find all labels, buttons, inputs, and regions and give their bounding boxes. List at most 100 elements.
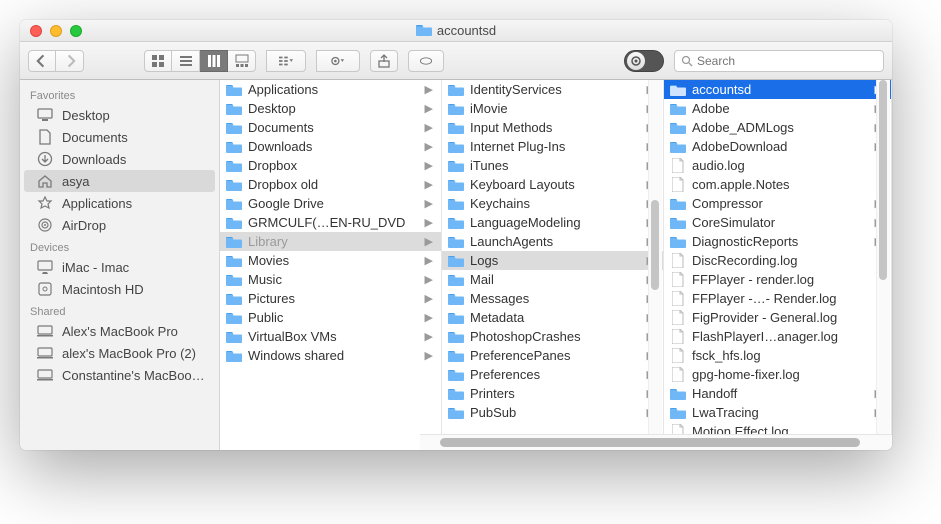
folder-icon	[448, 216, 464, 229]
sidebar-item-alex-s-macbook-pro[interactable]: Alex's MacBook Pro	[20, 320, 219, 342]
list-item[interactable]: Movies▶	[220, 251, 441, 270]
list-item[interactable]: LanguageModeling▶	[442, 213, 663, 232]
tags-button[interactable]	[408, 50, 444, 72]
list-item[interactable]: CoreSimulator▶	[664, 213, 891, 232]
list-item[interactable]: Public▶	[220, 308, 441, 327]
column-1[interactable]: Group Containers▶IdentityServices▶iMovie…	[442, 80, 664, 450]
list-item[interactable]: accountsd▶	[664, 80, 891, 99]
list-item[interactable]: Downloads▶	[220, 137, 441, 156]
horizontal-scrollbar[interactable]	[420, 434, 892, 450]
list-item[interactable]: Keyboard Layouts▶	[442, 175, 663, 194]
sidebar-item-label: Alex's MacBook Pro	[62, 324, 178, 339]
list-item[interactable]: Printers▶	[442, 384, 663, 403]
list-item[interactable]: Compressor▶	[664, 194, 891, 213]
sidebar-item-alex-s-macbook-pro-2-[interactable]: alex's MacBook Pro (2)	[20, 342, 219, 364]
search-input[interactable]	[697, 54, 877, 68]
list-item[interactable]: Preferences▶	[442, 365, 663, 384]
minimize-button[interactable]	[50, 25, 62, 37]
list-item[interactable]: Messages▶	[442, 289, 663, 308]
sidebar-item-airdrop[interactable]: AirDrop	[20, 214, 219, 236]
list-item[interactable]: FFPlayer - render.log	[664, 270, 891, 289]
list-item-label: Compressor	[692, 196, 869, 211]
arrange-button[interactable]	[266, 50, 306, 72]
list-item[interactable]: Music▶	[220, 270, 441, 289]
list-item-label: CoreSimulator	[692, 215, 869, 230]
sidebar-item-macintosh-hd[interactable]: Macintosh HD	[20, 278, 219, 300]
vertical-scrollbar[interactable]	[876, 80, 890, 434]
sidebar-item-downloads[interactable]: Downloads	[20, 148, 219, 170]
list-item-label: Downloads	[248, 139, 419, 154]
list-item[interactable]: FFPlayer -…- Render.log	[664, 289, 891, 308]
share-button[interactable]	[370, 50, 398, 72]
view-gallery-button[interactable]	[228, 50, 256, 72]
scrollbar-thumb[interactable]	[440, 438, 860, 447]
list-item[interactable]: GRMCULF(…EN-RU_DVD▶	[220, 213, 441, 232]
close-button[interactable]	[30, 25, 42, 37]
list-item[interactable]: FlashPlayerI…anager.log	[664, 327, 891, 346]
list-item[interactable]: com.apple.Notes	[664, 175, 891, 194]
titlebar: accountsd	[20, 20, 892, 42]
list-item[interactable]: Dropbox old▶	[220, 175, 441, 194]
folder-icon	[448, 406, 464, 419]
view-list-button[interactable]	[172, 50, 200, 72]
list-item[interactable]: Google Drive▶	[220, 194, 441, 213]
column-0[interactable]: Alex▶Applications▶Desktop▶Documents▶Down…	[220, 80, 442, 450]
search-field[interactable]	[674, 50, 884, 72]
column-2[interactable]: accountsd▶Adobe▶Adobe_ADMLogs▶AdobeDownl…	[664, 80, 892, 450]
list-item[interactable]: DiagnosticReports▶	[664, 232, 891, 251]
list-item[interactable]: PubSub▶	[442, 403, 663, 422]
list-item[interactable]: Dropbox▶	[220, 156, 441, 175]
list-item[interactable]: AdobeDownload▶	[664, 137, 891, 156]
list-item[interactable]: PhotoshopCrashes▶	[442, 327, 663, 346]
folder-icon	[670, 235, 686, 248]
scrollbar-thumb[interactable]	[879, 80, 887, 280]
list-item[interactable]: Internet Plug-Ins▶	[442, 137, 663, 156]
list-item[interactable]: Windows shared▶	[220, 346, 441, 365]
sidebar-item-asya[interactable]: asya	[24, 170, 215, 192]
list-item[interactable]: Metadata▶	[442, 308, 663, 327]
list-item[interactable]: Keychains▶	[442, 194, 663, 213]
list-item[interactable]: Adobe▶	[664, 99, 891, 118]
list-item-label: Desktop	[248, 101, 419, 116]
list-item[interactable]: gpg-home-fixer.log	[664, 365, 891, 384]
list-item[interactable]: audio.log	[664, 156, 891, 175]
list-item[interactable]: Desktop▶	[220, 99, 441, 118]
list-item[interactable]: iMovie▶	[442, 99, 663, 118]
zoom-button[interactable]	[70, 25, 82, 37]
sidebar-item-documents[interactable]: Documents	[20, 126, 219, 148]
list-item[interactable]: DiscRecording.log	[664, 251, 891, 270]
action-button[interactable]	[316, 50, 360, 72]
scrollbar-thumb[interactable]	[651, 200, 659, 290]
sidebar-item-imac-imac[interactable]: iMac - Imac	[20, 256, 219, 278]
list-item[interactable]: PreferencePanes▶	[442, 346, 663, 365]
list-item-label: Dropbox	[248, 158, 419, 173]
list-item[interactable]: IdentityServices▶	[442, 80, 663, 99]
preview-toggle[interactable]	[624, 50, 664, 72]
list-item[interactable]: Input Methods▶	[442, 118, 663, 137]
sidebar-item-applications[interactable]: Applications	[20, 192, 219, 214]
sidebar-item-constantine-s-macboo-[interactable]: Constantine's MacBoo…	[20, 364, 219, 386]
list-item[interactable]: Mail▶	[442, 270, 663, 289]
sidebar-item-desktop[interactable]: Desktop	[20, 104, 219, 126]
list-item-label: AdobeDownload	[692, 139, 869, 154]
list-item[interactable]: Logs▶	[442, 251, 663, 270]
home-icon	[36, 173, 54, 189]
list-item[interactable]: LaunchAgents▶	[442, 232, 663, 251]
list-item[interactable]: Handoff▶	[664, 384, 891, 403]
view-column-button[interactable]	[200, 50, 228, 72]
vertical-scrollbar[interactable]	[648, 80, 662, 434]
list-item[interactable]: Library▶	[220, 232, 441, 251]
list-item[interactable]: LwaTracing▶	[664, 403, 891, 422]
list-item[interactable]: Pictures▶	[220, 289, 441, 308]
list-item[interactable]: VirtualBox VMs▶	[220, 327, 441, 346]
forward-button[interactable]	[56, 50, 84, 72]
list-item[interactable]: fsck_hfs.log	[664, 346, 891, 365]
sidebar[interactable]: FavoritesDesktopDocumentsDownloadsasyaAp…	[20, 80, 220, 450]
view-icon-button[interactable]	[144, 50, 172, 72]
list-item[interactable]: FigProvider - General.log	[664, 308, 891, 327]
list-item[interactable]: Applications▶	[220, 80, 441, 99]
list-item[interactable]: Documents▶	[220, 118, 441, 137]
list-item[interactable]: Adobe_ADMLogs▶	[664, 118, 891, 137]
back-button[interactable]	[28, 50, 56, 72]
list-item[interactable]: iTunes▶	[442, 156, 663, 175]
